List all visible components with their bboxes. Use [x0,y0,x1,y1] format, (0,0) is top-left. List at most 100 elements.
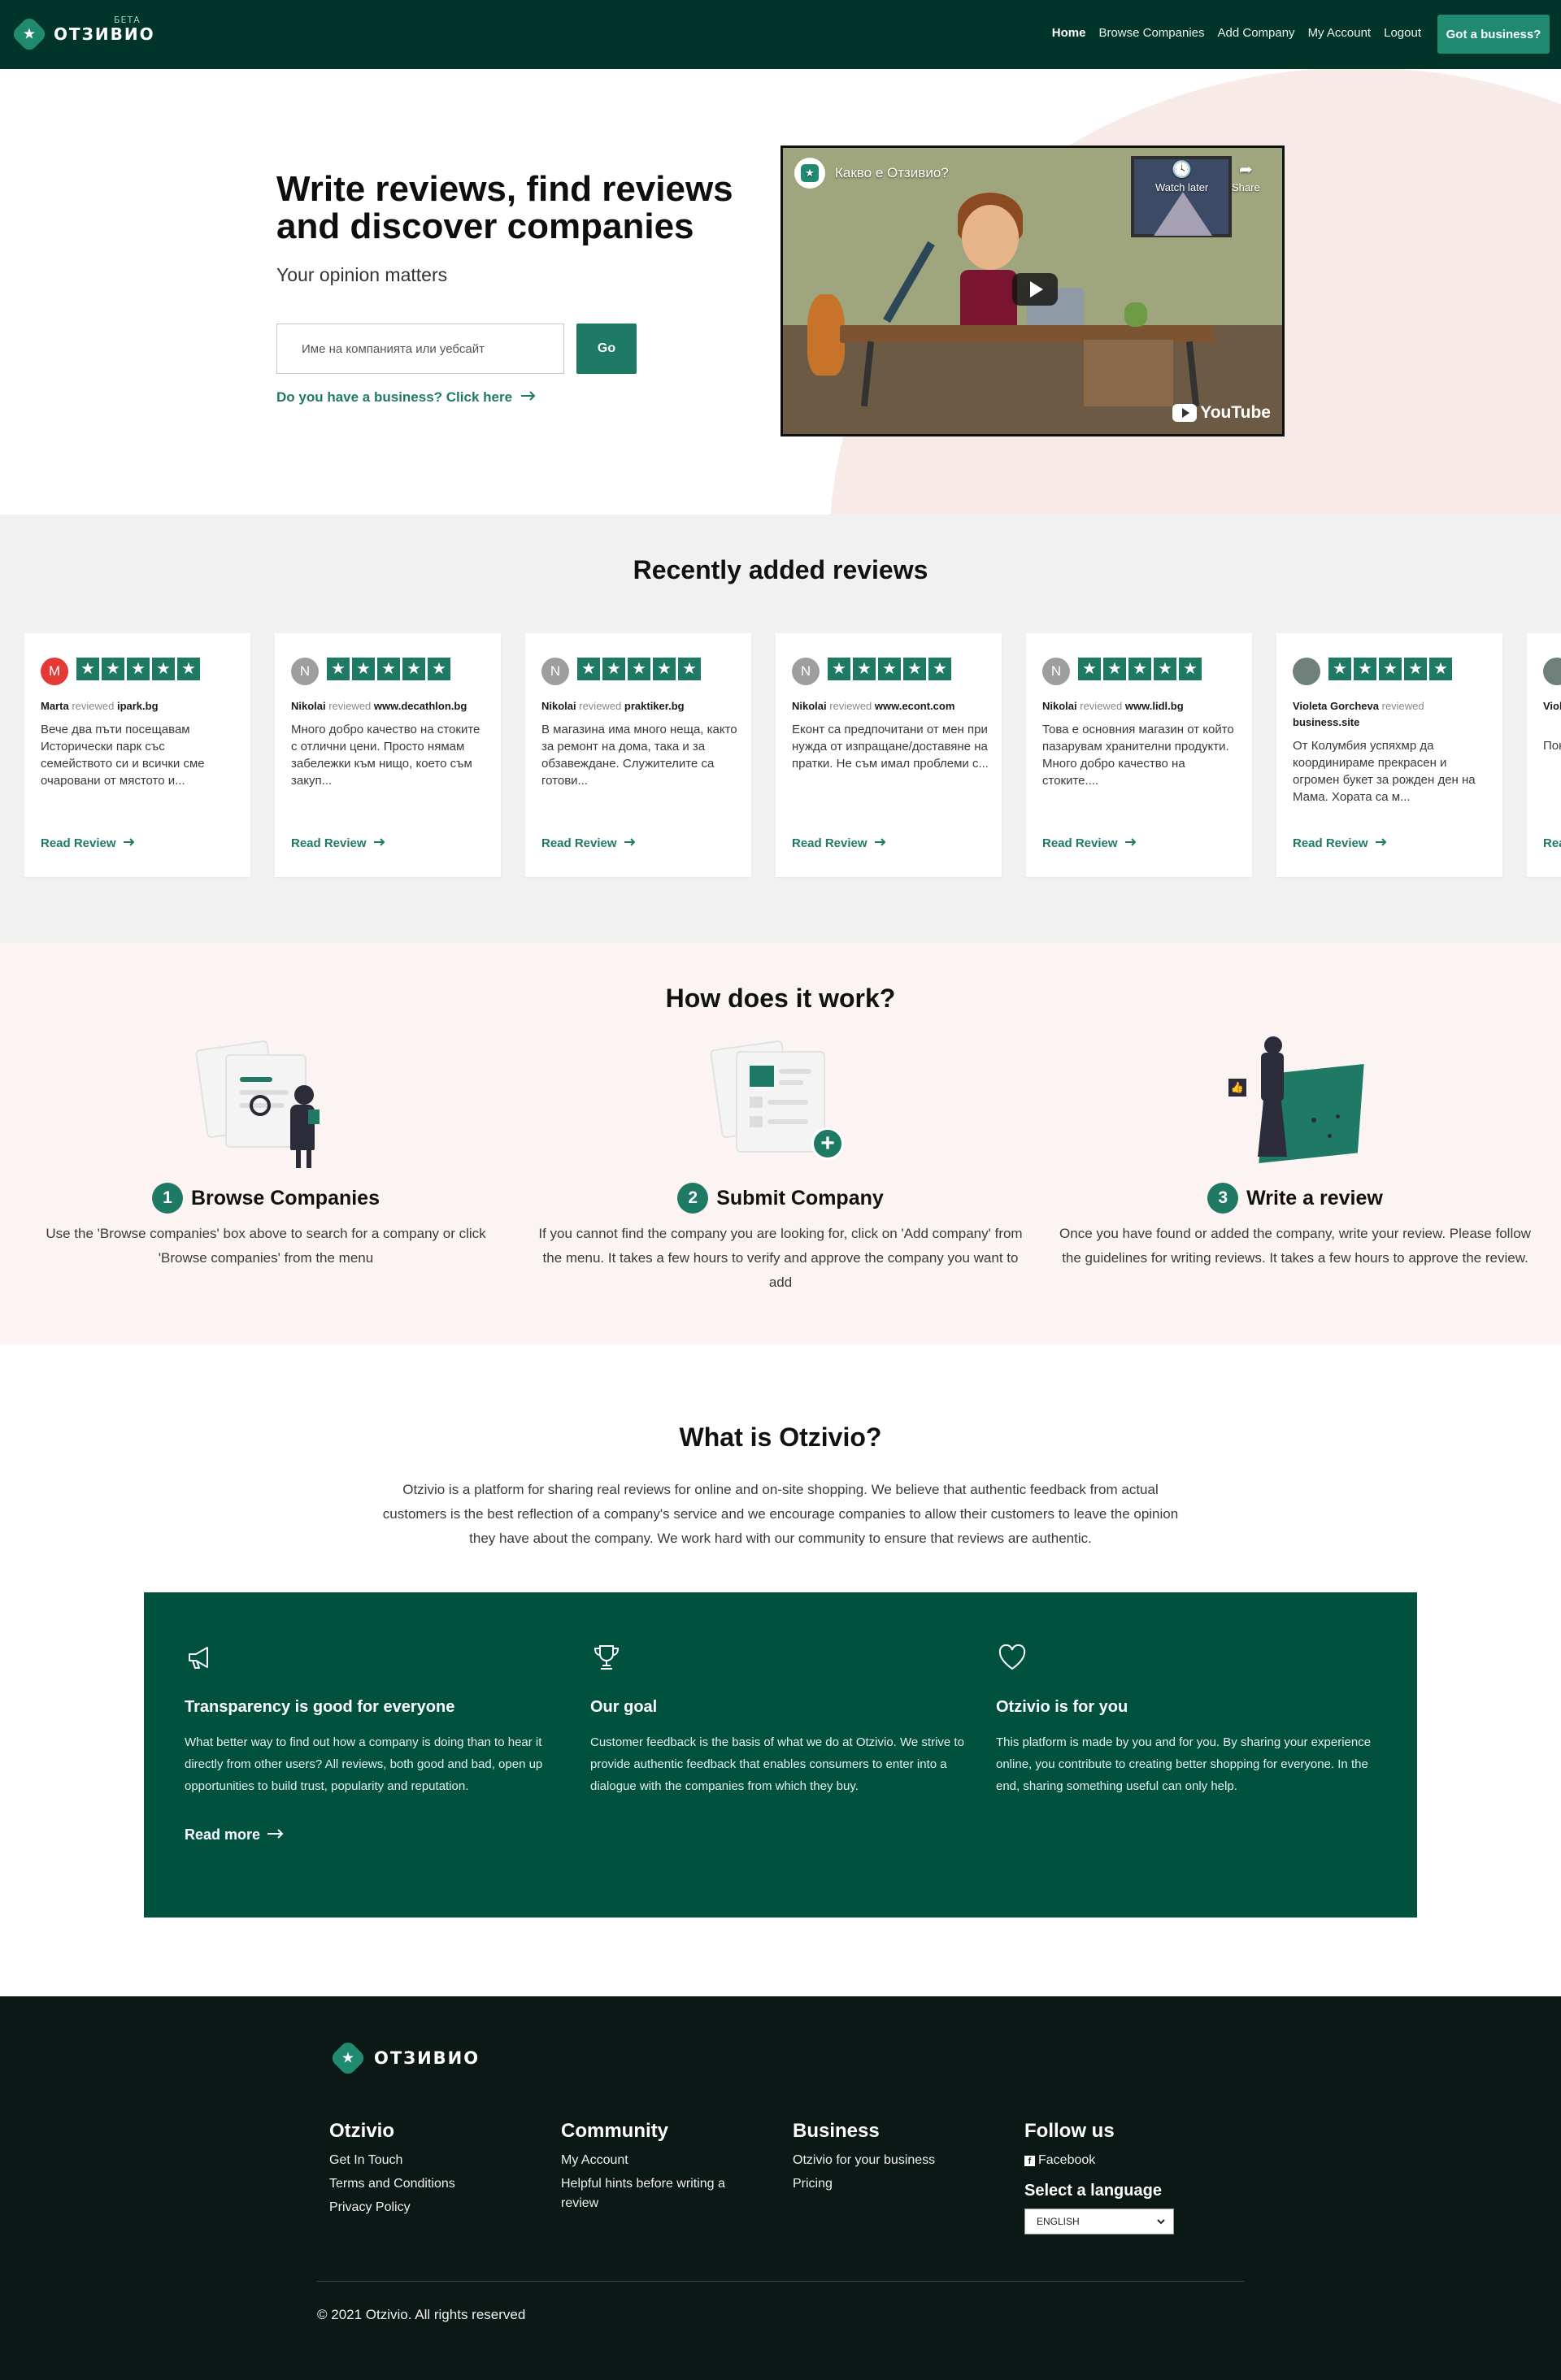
how-it-works-title: How does it work? [665,984,896,1013]
beta-label: БЕТА [114,15,141,25]
step-description: If you cannot find the company you are l… [538,1226,1023,1290]
footer-heading: Otzivio [329,2120,395,2142]
review-author: Nikolai [541,700,576,712]
review-meta: Nikolai reviewed www.econt.com [792,698,989,714]
site-logo[interactable]: ★ ОТЗИВИО БЕТА [10,15,155,54]
footer-link-helpful-hints[interactable]: Helpful hints before writing a review [561,2174,748,2213]
got-business-button[interactable]: Got a business? [1437,15,1550,54]
site-footer: ★ ОТЗИВИО Otzivio Get In Touch Terms and… [0,1996,1561,2380]
review-card[interactable]: ★★★★★Viol reviewed aniПок цве кра АнгRea… [1527,633,1561,877]
rating-stars: ★ ★ ★ ★ ★ [1078,658,1202,680]
read-review-link[interactable]: Read Review [41,836,136,850]
star-icon: ★ [352,658,375,680]
footer-link-facebook[interactable]: f Facebook [1024,2151,1228,2170]
step-title: Write a review [1246,1186,1383,1210]
review-text: Еконт са предпочитани от мен при нужда о… [792,723,989,771]
language-select[interactable]: ENGLISH [1024,2208,1174,2235]
review-author: Marta [41,700,69,712]
nav-links: Home Browse Companies Add Company My Acc… [1052,26,1421,40]
feature-title: Otzivio is for you [996,1698,1128,1716]
nav-home[interactable]: Home [1052,26,1086,40]
step-submit-company: + 2 Submit Company If you cannot find th… [537,1036,1024,1295]
review-company[interactable]: business.site [1293,716,1359,728]
video-title[interactable]: ★ Какво е Отзивио? [794,158,949,189]
review-card[interactable]: M ★ ★ ★ ★ ★ Marta reviewed ipark.bg Вече два пъ… [24,633,250,877]
business-link[interactable]: Do you have a business? Click here [276,389,537,406]
read-review-link[interactable]: Read Review [291,836,386,850]
nav-logout[interactable]: Logout [1384,26,1421,40]
review-author: Nikolai [1042,700,1077,712]
avatar [1543,658,1561,685]
footer-link-pricing[interactable]: Pricing [793,2174,996,2194]
review-meta: Nikolai reviewed praktiker.bg [541,698,738,714]
avatar: N [541,658,569,685]
step-number-badge: 2 [677,1183,709,1214]
read-more-link[interactable]: Read more [185,1826,567,1844]
read-review-link[interactable]: Read Review [1042,836,1137,850]
review-text: Вече два пъти посещавам Исторически парк… [41,723,205,788]
read-review-link[interactable]: Read Review [1543,836,1561,850]
youtube-video-embed[interactable]: ★ Какво е Отзивио? 🕓 Watch later ➦ Share… [780,145,1285,436]
star-icon: ★ [1128,658,1151,680]
hero-section: Write reviews, find reviews and discover… [0,69,1561,515]
read-review-link[interactable]: Read Review [792,836,887,850]
hero-title: Write reviews, find reviews and discover… [276,169,733,246]
star-icon: ★ [853,658,876,680]
nav-add-company[interactable]: Add Company [1218,26,1295,40]
feature-text: What better way to find out how a compan… [185,1735,543,1793]
star-icon: ★ [1429,658,1452,680]
footer-link-terms[interactable]: Terms and Conditions [329,2174,533,2194]
plus-icon: + [811,1127,844,1160]
share-button[interactable]: ➦ Share [1232,159,1260,193]
play-button[interactable] [1012,273,1058,306]
review-company[interactable]: www.lidl.bg [1125,700,1184,712]
footer-link-my-account[interactable]: My Account [561,2151,748,2170]
read-review-link[interactable]: Read Review [1293,836,1388,850]
watch-later-button[interactable]: 🕓 Watch later [1155,159,1208,193]
review-card[interactable]: N ★ ★ ★ ★ ★ Nikolai reviewed www.econt.com Екон… [776,633,1002,877]
footer-logo[interactable]: ★ ОТЗИВИО [328,2039,480,2078]
review-card[interactable]: ★ ★ ★ ★ ★ Violeta Gorcheva reviewed business.… [1276,633,1502,877]
arrow-right-icon [1375,836,1388,850]
star-icon: ★ [1179,658,1202,680]
review-text: От Колумбия успяхмр да координираме прек… [1293,739,1476,804]
review-author: Nikolai [792,700,827,712]
star-icon: ★ [402,658,425,680]
company-search-input[interactable] [276,324,564,374]
how-it-works-section: How does it work? 1 Browse Companies Use… [0,943,1561,1344]
arrow-right-icon [123,836,136,850]
star-icon: ★ [878,658,901,680]
review-company[interactable]: ipark.bg [117,700,159,712]
nav-my-account[interactable]: My Account [1308,26,1372,40]
review-card[interactable]: N ★ ★ ★ ★ ★ Nikolai reviewed www.decathlon.bg М… [275,633,501,877]
youtube-logo[interactable]: YouTube [1172,403,1271,423]
feature-title: Transparency is good for everyone [185,1698,455,1716]
step-description: Once you have found or added the company… [1059,1226,1531,1266]
recent-reviews-title: Recently added reviews [633,555,928,584]
star-icon: ★ [1103,658,1126,680]
read-review-link[interactable]: Read Review [541,836,637,850]
nav-browse-companies[interactable]: Browse Companies [1098,26,1204,40]
feature-title: Our goal [590,1698,658,1716]
reviewed-word: reviewed [72,700,115,712]
heart-icon [996,1641,1028,1674]
review-card[interactable]: N ★ ★ ★ ★ ★ Nikolai reviewed www.lidl.bg Това е… [1026,633,1252,877]
recent-reviews-section: Recently added reviews M ★ ★ ★ ★ ★ Marta revie… [0,515,1561,943]
arrow-right-icon [1124,836,1137,850]
review-company[interactable]: www.econt.com [875,700,954,712]
review-company[interactable]: www.decathlon.bg [374,700,467,712]
review-company[interactable]: praktiker.bg [624,700,685,712]
footer-divider [317,2281,1244,2282]
review-card[interactable]: N ★ ★ ★ ★ ★ Nikolai reviewed praktiker.bg В маг… [525,633,751,877]
footer-link-privacy[interactable]: Privacy Policy [329,2198,533,2217]
rating-stars: ★ ★ ★ ★ ★ [76,658,200,680]
avatar: N [1042,658,1070,685]
footer-link-get-in-touch[interactable]: Get In Touch [329,2151,533,2170]
feature-text: Customer feedback is the basis of what w… [590,1735,964,1793]
search-go-button[interactable]: Go [576,324,637,374]
footer-heading: Business [793,2120,880,2142]
browse-illustration [185,1036,347,1168]
star-icon: ★ [102,658,124,680]
footer-link-for-business[interactable]: Otzivio for your business [793,2151,996,2170]
read-review-label: Read Review [41,836,116,850]
